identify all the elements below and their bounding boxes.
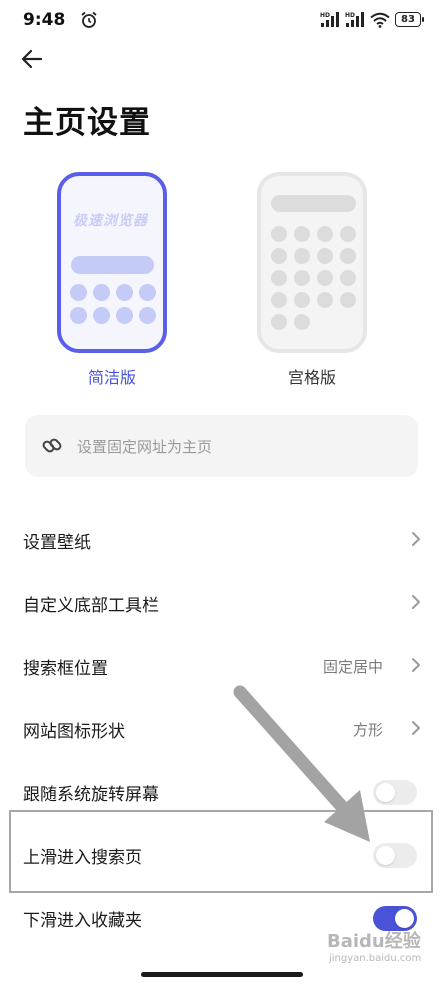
alarm-clock-icon (81, 11, 97, 28)
layout-option-grid[interactable]: 宫格版 (257, 172, 367, 388)
baidu-watermark: Baidu经验 jingyan.baidu.com (327, 925, 427, 973)
signal-icon: HD (320, 12, 339, 27)
setting-label: 跟随系统旋转屏幕 (23, 785, 159, 805)
url-input-placeholder: 设置固定网址为主页 (77, 438, 213, 456)
watermark-logo: Baidu经验 (327, 931, 421, 952)
layout-option-label: 简洁版 (87, 368, 136, 387)
home-indicator[interactable] (141, 972, 303, 977)
status-bar: 9:48 HD HD 83 (0, 0, 443, 40)
chevron-right-icon (412, 721, 420, 735)
homepage-url-input[interactable]: 设置固定网址为主页 (25, 415, 418, 477)
grid-layout-preview[interactable] (257, 172, 367, 353)
signal-icon-2: HD (345, 12, 364, 27)
setting-label: 自定义底部工具栏 (23, 596, 159, 616)
setting-label: 搜索框位置 (23, 659, 108, 679)
layout-option-label: 宫格版 (287, 368, 336, 387)
simple-layout-preview[interactable]: 极速浏览器 (57, 172, 167, 353)
setting-wallpaper[interactable]: 设置壁纸 (0, 508, 443, 571)
preview-search-bar (271, 195, 356, 212)
preview-icon-grid (271, 226, 356, 330)
chevron-right-icon (412, 595, 420, 609)
chevron-right-icon (412, 532, 420, 546)
svg-text:HD: HD (320, 12, 330, 19)
preview-brand-text: 极速浏览器 (73, 213, 148, 229)
back-arrow-icon[interactable] (18, 44, 48, 74)
battery-icon: 83 (395, 12, 424, 27)
setting-value: 固定居中 (322, 658, 383, 676)
layout-option-simple[interactable]: 极速浏览器 简洁版 (57, 172, 167, 388)
setting-label: 网站图标形状 (23, 722, 125, 742)
chevron-right-icon (412, 658, 420, 672)
annotation-arrow-icon (233, 685, 370, 842)
watermark-url: jingyan.baidu.com (329, 953, 422, 964)
preview-search-bar (71, 256, 154, 274)
preview-icon-grid (70, 284, 156, 324)
svg-text:HD: HD (345, 12, 355, 19)
wifi-icon (370, 12, 390, 28)
link-icon (42, 438, 62, 453)
status-time: 9:48 (23, 10, 66, 30)
setting-bottom-toolbar[interactable]: 自定义底部工具栏 (0, 571, 443, 634)
setting-label: 设置壁纸 (23, 533, 91, 553)
page-title: 主页设置 (23, 105, 151, 141)
setting-label: 下滑进入收藏夹 (23, 911, 142, 931)
